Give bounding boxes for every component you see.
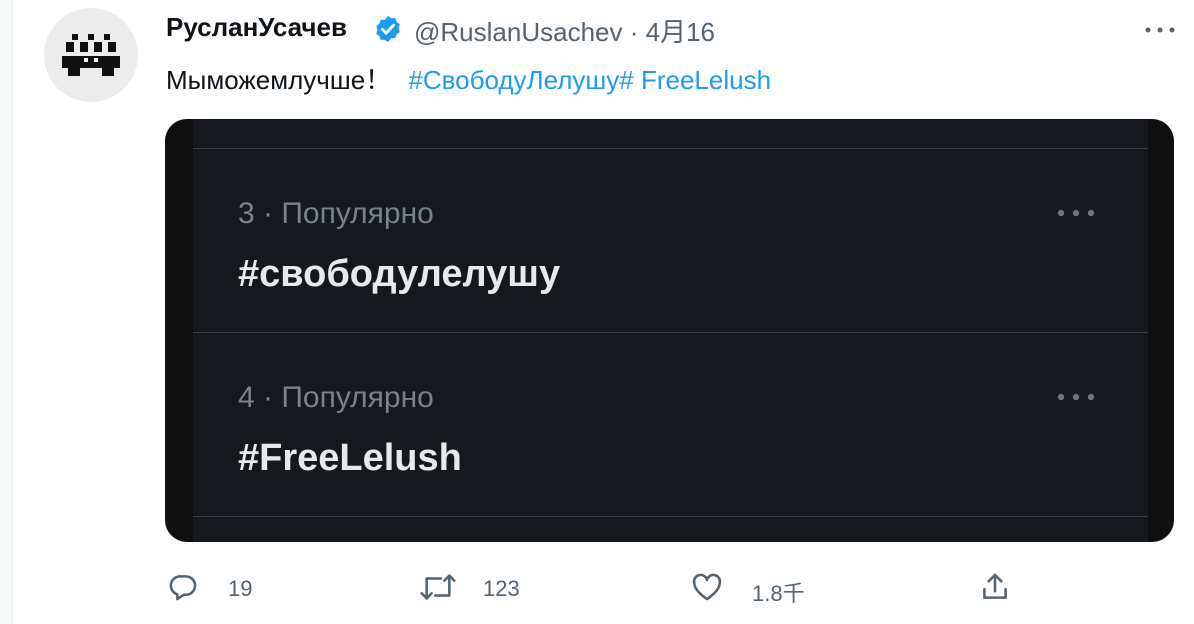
verified-badge-icon (376, 15, 400, 43)
author-handle[interactable]: @RuslanUsachev (414, 17, 622, 47)
media-image[interactable]: 3 · Популярно #свободулелушу 4 · Популяр… (165, 119, 1174, 542)
trend-meta: 4 · Популярно (238, 381, 434, 414)
timeline-edge (0, 0, 13, 624)
pixel-logo-icon (62, 34, 120, 76)
author-handle-line: @RuslanUsachev · 4月16 (414, 12, 715, 49)
retweet-count: 123 (483, 576, 520, 601)
tweet-body: Мыможемлучше！ (166, 65, 392, 95)
trends-screenshot: 3 · Популярно #свободулелушу 4 · Популяр… (193, 119, 1148, 542)
more-options-icon[interactable] (1140, 15, 1180, 45)
divider (193, 148, 1148, 149)
reply-icon (169, 575, 197, 601)
tweet-text: Мыможемлучше！ #СвободуЛелушу# FreeLelush (166, 60, 771, 97)
share-icon (983, 573, 1007, 599)
like-count: 1.8千 (752, 581, 805, 606)
reply-count: 19 (228, 576, 253, 601)
reply-button[interactable]: 19 (166, 568, 266, 608)
hashtag-link-2[interactable]: FreeLelush (641, 65, 771, 95)
trend-hashtag: #FreeLelush (238, 437, 462, 479)
trend-meta: 3 · Популярно (238, 197, 434, 230)
author-name[interactable]: РусланУсачев (166, 12, 347, 43)
hashtag-link-1[interactable]: #СвободуЛелушу# (408, 65, 633, 95)
trend-more-icon (1057, 209, 1095, 217)
trend-hashtag: #свободулелушу (238, 253, 561, 295)
share-button[interactable] (978, 568, 1018, 608)
like-icon (692, 573, 722, 601)
divider (193, 332, 1148, 333)
meta-separator: · (629, 17, 639, 47)
tweet-actions: 19 123 1.8千 (0, 568, 1194, 608)
avatar[interactable] (44, 8, 138, 102)
retweet-icon (420, 574, 456, 600)
divider (193, 516, 1148, 517)
retweet-button[interactable]: 123 (418, 568, 538, 608)
like-button[interactable]: 1.8千 (690, 568, 820, 608)
trend-more-icon (1057, 393, 1095, 401)
tweet-date[interactable]: 4月16 (646, 17, 715, 47)
